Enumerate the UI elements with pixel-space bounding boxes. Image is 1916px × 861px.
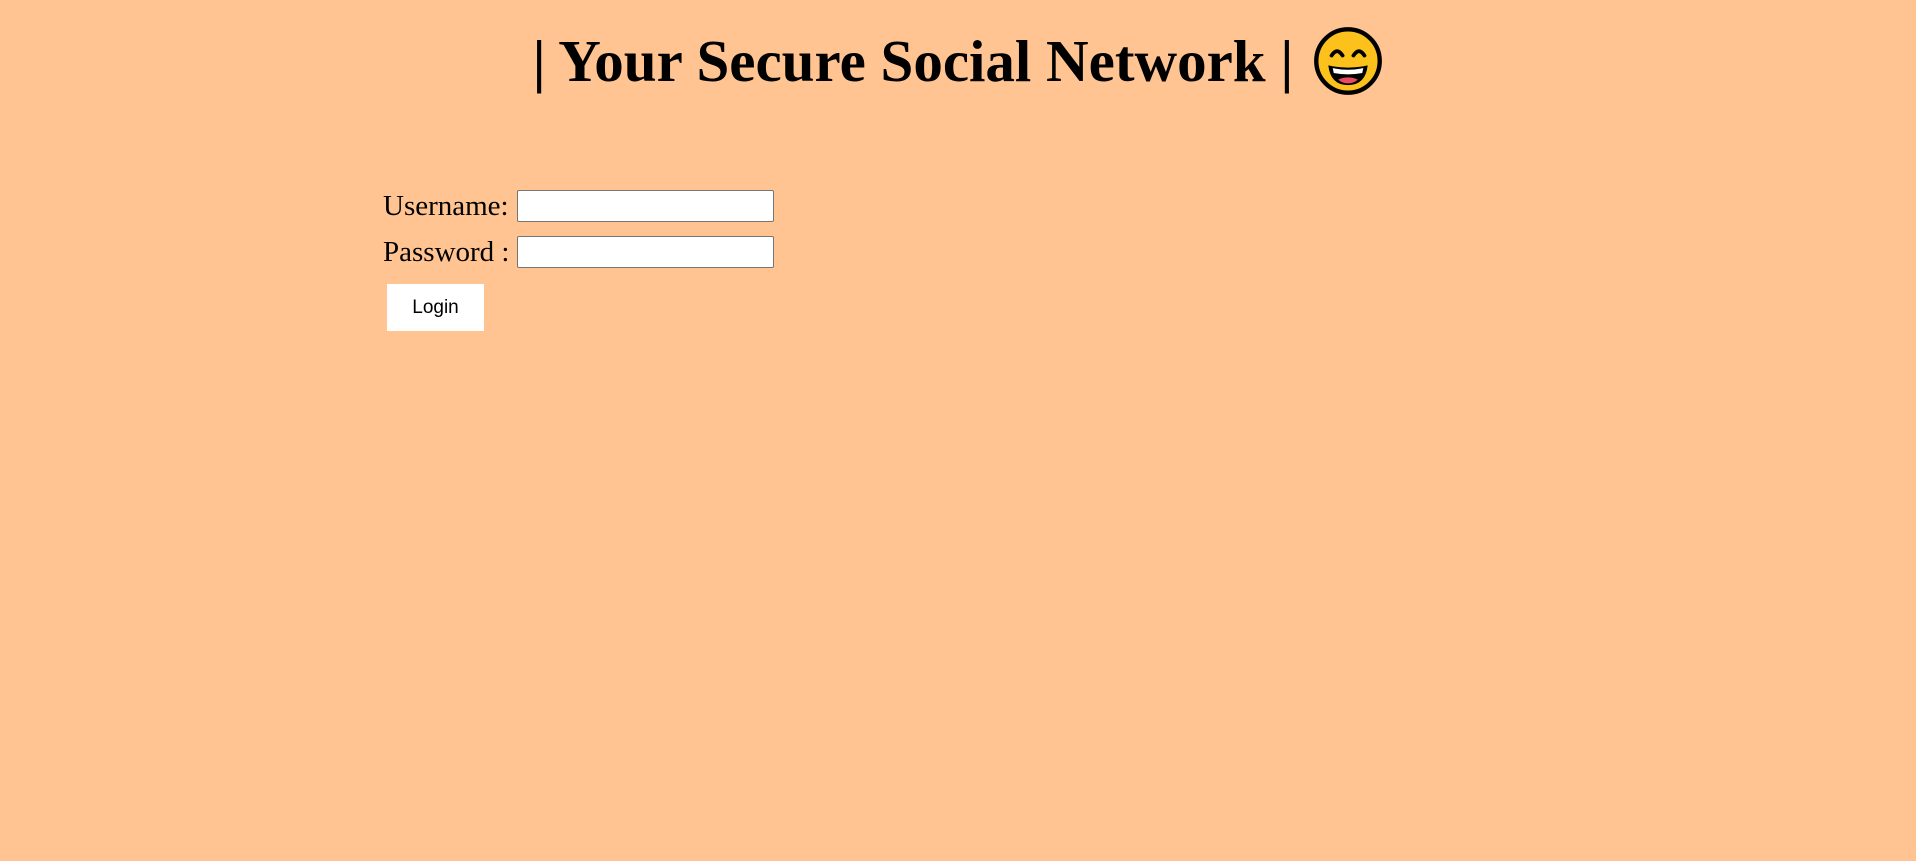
page-title-text: | Your Secure Social Network |	[532, 28, 1294, 94]
password-input[interactable]	[517, 236, 775, 268]
login-button[interactable]: Login	[387, 284, 484, 331]
username-input[interactable]	[516, 190, 774, 222]
page-title: | Your Secure Social Network |	[0, 22, 1916, 100]
username-row: Username:	[383, 185, 774, 227]
login-form: Username: Password : Login	[383, 185, 775, 331]
username-label: Username:	[383, 189, 509, 222]
password-row: Password :	[383, 231, 775, 273]
grinning-face-icon	[1314, 27, 1383, 95]
password-label: Password :	[383, 235, 510, 268]
